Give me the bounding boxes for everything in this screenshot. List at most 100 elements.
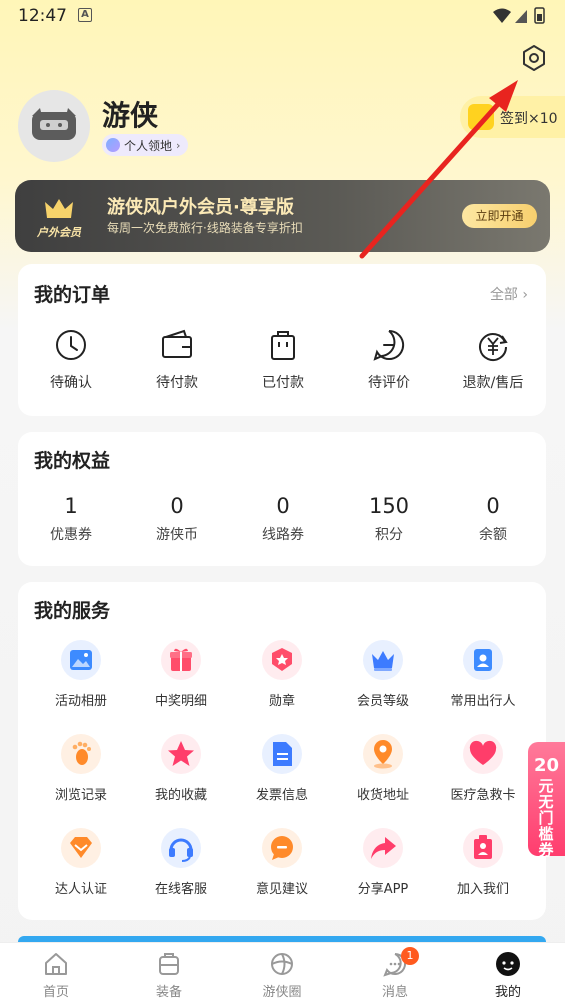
checkin-button[interactable]: 签到×10 [460, 96, 565, 138]
tab-bar: 首页 装备 游侠圈 1 消息 我的 [0, 942, 565, 1004]
benefit-balance[interactable]: 0 余额 [440, 494, 546, 544]
service-label: 收货地址 [356, 788, 409, 803]
system-icons [491, 6, 551, 30]
crown-icon [363, 640, 403, 680]
service-label: 达人认证 [54, 882, 107, 897]
tab-label: 游侠圈 [262, 985, 302, 1000]
service-label: 浏览记录 [54, 788, 107, 803]
benefit-value: 0 [276, 494, 290, 518]
service-join-us[interactable]: 加入我们 [433, 828, 533, 897]
chevron-right-icon: › [522, 287, 528, 303]
benefit-coins[interactable]: 0 游侠币 [124, 494, 230, 544]
comment-icon [373, 329, 405, 361]
gift-icon [161, 640, 201, 680]
vip-badge: 户外会员 [29, 194, 89, 240]
vip-title: 游侠风户外会员·尊享版 [107, 197, 294, 218]
order-pending-review[interactable]: 待评价 [336, 328, 442, 392]
wallet-icon [162, 329, 192, 358]
tab-home[interactable]: 首页 [16, 951, 96, 1000]
avatar[interactable] [18, 90, 90, 162]
service-prize-details[interactable]: 中奖明细 [131, 640, 231, 709]
vip-open-button[interactable]: 立即开通 [462, 204, 537, 228]
order-refund[interactable]: 退款/售后 [440, 328, 546, 392]
invoice-icon [262, 734, 302, 774]
benefit-route-voucher[interactable]: 0 线路券 [230, 494, 336, 544]
coupon-promo-tab[interactable]: 20 元无门槛券 [528, 742, 565, 859]
diamond-icon [61, 828, 101, 868]
order-label: 退款/售后 [462, 375, 524, 391]
tab-community[interactable]: 游侠圈 [242, 951, 322, 1000]
order-label: 待确认 [50, 375, 92, 391]
services-card: 我的服务 活动相册 中奖明细 勋章 会员等级 常用出行人 浏览记录 我的收藏 发… [18, 582, 546, 920]
wifi-icon [493, 8, 511, 23]
service-medals[interactable]: 勋章 [232, 640, 332, 709]
community-icon [271, 953, 293, 975]
service-shipping-address[interactable]: 收货地址 [333, 734, 433, 803]
service-label: 加入我们 [456, 882, 509, 897]
order-label: 待评价 [368, 375, 410, 391]
vip-badge-label: 户外会员 [37, 226, 81, 239]
join-icon [463, 828, 503, 868]
bag-icon [271, 331, 295, 360]
service-frequent-travelers[interactable]: 常用出行人 [433, 640, 533, 709]
service-favorites[interactable]: 我的收藏 [131, 734, 231, 803]
tab-gear[interactable]: 装备 [129, 951, 209, 1000]
service-browse-history[interactable]: 浏览记录 [31, 734, 131, 803]
order-pending-confirm[interactable]: 待确认 [18, 328, 124, 392]
service-activity-album[interactable]: 活动相册 [31, 640, 131, 709]
benefit-value: 1 [64, 494, 78, 518]
tab-label: 装备 [155, 985, 182, 1000]
tab-profile[interactable]: 我的 [468, 951, 548, 1000]
benefit-label: 游侠币 [156, 527, 198, 543]
services-title: 我的服务 [34, 600, 111, 622]
profile-icon [496, 952, 520, 976]
unread-badge: 1 [401, 947, 419, 965]
service-label: 中奖明细 [154, 694, 207, 709]
heart-icon [463, 734, 503, 774]
crown-icon [45, 199, 73, 218]
share-icon [363, 828, 403, 868]
order-paid[interactable]: 已付款 [230, 328, 336, 392]
service-expert-verify[interactable]: 达人认证 [31, 828, 131, 897]
traveler-icon [463, 640, 503, 680]
tab-messages[interactable]: 1 消息 [355, 947, 435, 1000]
benefits-title: 我的权益 [34, 450, 111, 472]
order-label: 待付款 [156, 375, 198, 391]
feedback-icon [262, 828, 302, 868]
star-icon [161, 734, 201, 774]
service-share-app[interactable]: 分享APP [333, 828, 433, 897]
service-label: 发票信息 [255, 788, 308, 803]
service-medical-card[interactable]: 医疗急救卡 [433, 734, 533, 803]
territory-link[interactable]: 个人领地 › [102, 134, 189, 156]
orders-all-label: 全部 [489, 287, 518, 303]
gear-bag-icon [159, 953, 179, 975]
benefit-points[interactable]: 150 积分 [336, 494, 442, 544]
promo-text: 元无门槛券 [538, 777, 554, 859]
service-label: 我的收藏 [154, 788, 207, 803]
settings-icon[interactable] [518, 42, 550, 74]
territory-label: 个人领地 [124, 138, 173, 153]
refund-icon [479, 333, 508, 361]
location-icon [363, 734, 403, 774]
service-member-level[interactable]: 会员等级 [333, 640, 433, 709]
order-label: 已付款 [262, 375, 304, 391]
order-pending-payment[interactable]: 待付款 [124, 328, 230, 392]
service-label: 医疗急救卡 [450, 788, 516, 803]
orders-all-link[interactable]: 全部 › [490, 284, 528, 304]
service-feedback[interactable]: 意见建议 [232, 828, 332, 897]
service-label: 活动相册 [54, 694, 107, 709]
service-label: 意见建议 [255, 882, 308, 897]
service-label: 分享APP [357, 882, 409, 897]
medal-icon [262, 640, 302, 680]
username: 游侠 [102, 99, 159, 132]
service-invoice-info[interactable]: 发票信息 [232, 734, 332, 803]
service-online-support[interactable]: 在线客服 [131, 828, 231, 897]
footprint-icon [61, 734, 101, 774]
home-icon [45, 953, 67, 975]
benefit-label: 积分 [375, 527, 403, 543]
benefit-coupon[interactable]: 1 优惠券 [18, 494, 124, 544]
benefit-label: 线路券 [262, 527, 304, 543]
promo-amount: 20 [533, 755, 560, 776]
headset-icon [161, 828, 201, 868]
benefit-label: 余额 [479, 527, 507, 543]
